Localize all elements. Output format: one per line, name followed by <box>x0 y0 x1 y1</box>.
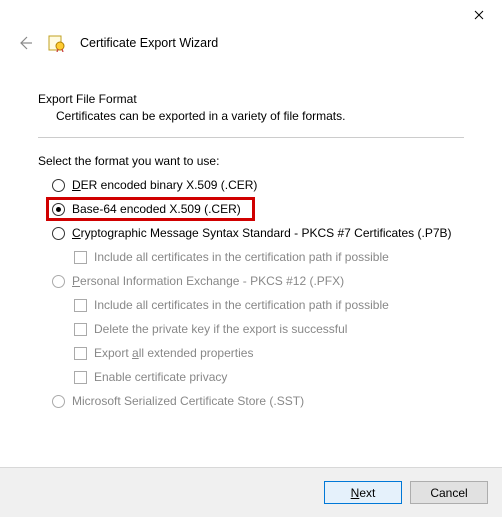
option-pkcs7[interactable]: Cryptographic Message Syntax Standard - … <box>52 226 464 240</box>
option-label: Delete the private key if the export is … <box>94 322 347 336</box>
divider <box>38 137 464 138</box>
checkbox-icon <box>74 299 87 312</box>
option-label: Enable certificate privacy <box>94 370 227 384</box>
option-sst: Microsoft Serialized Certificate Store (… <box>52 394 464 408</box>
section-desc: Certificates can be exported in a variet… <box>38 109 464 123</box>
section-title: Export File Format <box>38 92 464 106</box>
option-label: DER encoded binary X.509 (.CER) <box>72 178 257 192</box>
radio-icon <box>52 179 65 192</box>
select-label: Select the format you want to use: <box>38 154 464 168</box>
radio-icon <box>52 227 65 240</box>
wizard-title: Certificate Export Wizard <box>80 36 218 50</box>
option-pfx-extended: Export all extended properties <box>74 346 464 360</box>
wizard-body: Export File Format Certificates can be e… <box>0 58 502 408</box>
radio-icon <box>52 203 65 216</box>
checkbox-icon <box>74 323 87 336</box>
option-label: Include all certificates in the certific… <box>94 298 389 312</box>
checkbox-icon <box>74 347 87 360</box>
arrow-left-icon <box>17 35 33 51</box>
option-pfx-delete: Delete the private key if the export is … <box>74 322 464 336</box>
wizard-header: Certificate Export Wizard <box>0 30 502 58</box>
option-label: Base-64 encoded X.509 (.CER) <box>72 202 241 216</box>
certificate-icon <box>48 34 66 52</box>
option-pfx-include: Include all certificates in the certific… <box>74 298 464 312</box>
wizard-footer: Next Cancel <box>0 467 502 517</box>
back-button[interactable] <box>16 34 34 52</box>
radio-icon <box>52 395 65 408</box>
option-label: Export all extended properties <box>94 346 253 360</box>
titlebar <box>0 0 502 30</box>
option-pfx-privacy: Enable certificate privacy <box>74 370 464 384</box>
checkbox-icon <box>74 251 87 264</box>
option-base64[interactable]: Base-64 encoded X.509 (.CER) <box>52 202 464 216</box>
cancel-button[interactable]: Cancel <box>410 481 488 504</box>
checkbox-icon <box>74 371 87 384</box>
format-options: DER encoded binary X.509 (.CER) Base-64 … <box>38 178 464 408</box>
radio-icon <box>52 275 65 288</box>
option-der[interactable]: DER encoded binary X.509 (.CER) <box>52 178 464 192</box>
close-button[interactable] <box>456 0 502 30</box>
option-label: Include all certificates in the certific… <box>94 250 389 264</box>
option-label: Cryptographic Message Syntax Standard - … <box>72 226 452 240</box>
option-label: Personal Information Exchange - PKCS #12… <box>72 274 344 288</box>
option-pkcs7-include: Include all certificates in the certific… <box>74 250 464 264</box>
option-pfx: Personal Information Exchange - PKCS #12… <box>52 274 464 288</box>
close-icon <box>474 10 484 20</box>
next-button[interactable]: Next <box>324 481 402 504</box>
option-label: Microsoft Serialized Certificate Store (… <box>72 394 304 408</box>
